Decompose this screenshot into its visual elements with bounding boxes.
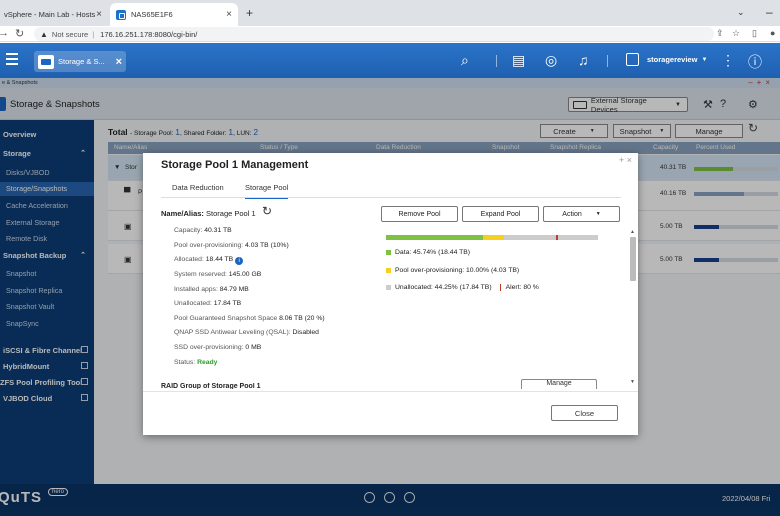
info-icon[interactable]: i [235,257,244,265]
prop-system-reserved: System reserved: 145.00 GB [174,271,262,278]
dialog-footer-divider [143,391,638,392]
browser-tab-nas[interactable]: NAS65E1F6 × [110,3,238,26]
legend-data: Data: 45.74% (18.44 TB) [386,249,470,256]
main-menu-icon[interactable] [6,53,18,65]
refresh-icon[interactable]: ↻ [262,204,272,218]
tab-divider [161,197,621,198]
alert-threshold-label: Alert: 80 % [505,284,539,291]
usage-segment-overprovisioning [482,235,505,240]
tab-data-reduction[interactable]: Data Reduction [172,183,224,192]
action-dropdown-button[interactable]: Action ▼ [543,206,620,222]
prop-pool-over-provisioning: Pool over-provisioning: 4.03 TB (10%) [174,242,289,249]
address-bar-row: → ↻ ▲ Not secure | 176.16.251.178:8080/c… [0,26,780,42]
scroll-down-icon[interactable]: ▼ [630,379,635,385]
raid-manage-button[interactable]: Manage [521,379,597,389]
prop-installed-apps: Installed apps: 84.79 MB [174,286,249,293]
bookmark-star-icon[interactable]: ☆ [732,28,740,39]
background-tasks-icon[interactable]: ▤ [512,52,525,69]
prop-qsal: QNAP SSD Antiwear Leveling (QSAL): Disab… [174,329,319,336]
storage-pool-management-dialog: Storage Pool 1 Management + × Data Reduc… [143,153,638,435]
qts-header: Storage & S... × ⌕ ▤ ◎ ♫ storagereview ▼… [0,43,780,78]
chevron-down-icon: ▼ [701,56,708,63]
profile-icon[interactable]: ● [770,28,775,38]
pool-name-alias: Name/Alias: Storage Pool 1 [161,209,256,218]
side-panel-icon[interactable]: ▯ [752,28,757,39]
app-tab-storage[interactable]: Storage & S... × [34,51,126,72]
dialog-title: Storage Pool 1 Management [161,159,309,171]
share-icon[interactable]: ⇪ [716,28,724,39]
minimize-window-icon[interactable]: – [766,5,773,19]
more-options-icon[interactable]: ⋮ [721,52,735,69]
raid-group-heading: RAID Group of Storage Pool 1 [161,383,261,389]
status-badge: Ready [197,359,218,366]
prop-unallocated: Unallocated: 17.84 TB [174,300,242,307]
close-button[interactable]: Close [551,405,618,421]
url-text: 176.16.251.178:8080/cgi-bin/ [100,29,198,39]
forward-arrow-icon[interactable]: → [0,27,9,39]
user-icon [626,53,639,66]
close-app-icon[interactable]: × [116,56,122,68]
browser-tab-vsphere[interactable]: vSphere - Main Lab - Hosts × [0,3,108,26]
user-menu[interactable]: storagereview ▼ [626,53,707,66]
tab-label: NAS65E1F6 [131,10,173,19]
search-icon[interactable]: ⌕ [461,52,469,69]
prop-capacity: Capacity: 40.31 TB [174,227,232,234]
security-label: Not secure [51,29,89,39]
username: storagereview [647,55,698,64]
prop-status: Status: Ready [174,359,218,366]
tab-label: vSphere - Main Lab - Hosts [4,10,96,19]
legend-swatch [386,285,391,290]
scroll-up-icon[interactable]: ▲ [630,229,635,235]
qnap-favicon-icon [116,9,126,20]
external-device-icon[interactable]: ◎ [545,52,557,69]
storage-app-icon [38,54,54,69]
app-tab-label: Storage & S... [58,57,105,66]
legend-swatch [386,268,391,273]
browser-tab-bar: vSphere - Main Lab - Hosts × NAS65E1F6 ×… [0,0,780,26]
usage-segment-data [386,235,483,240]
usage-alert-marker [555,235,558,240]
alert-marker-icon [499,284,501,291]
url-field[interactable]: ▲ Not secure | 176.16.251.178:8080/cgi-b… [34,27,714,41]
chevron-down-icon: ▼ [595,211,601,217]
legend-overprovisioning: Pool over-provisioning: 10.00% (4.03 TB) [386,267,519,274]
pool-usage-bar [386,235,598,240]
close-tab-icon[interactable]: × [226,9,232,20]
prop-guaranteed-snapshot-space: Pool Guaranteed Snapshot Space 8.06 TB (… [174,315,325,322]
new-tab-plus-icon[interactable]: + [246,6,253,20]
dialog-window-controls[interactable]: + × [619,155,632,165]
prop-allocated: Allocated: 18.44 TB i [174,256,244,265]
dialog-scrollbar[interactable]: ▲ ▼ [629,229,637,385]
info-icon[interactable]: ⓘ [748,52,762,72]
warning-triangle-icon: ▲ [40,29,48,39]
notification-bell-icon[interactable]: ♫ [578,52,589,68]
reload-icon[interactable]: ↻ [15,27,24,40]
prop-ssd-over-provisioning: SSD over-provisioning: 0 MB [174,344,262,351]
legend-swatch [386,250,391,255]
close-tab-icon[interactable]: × [96,9,102,20]
expand-pool-button[interactable]: Expand Pool [462,206,539,222]
legend-unallocated: Unallocated: 44.25% (17.84 TB) Alert: 80 … [386,284,539,291]
scrollbar-thumb[interactable] [630,237,636,281]
tab-search-chevron-icon[interactable]: ⌄ [737,7,745,18]
remove-pool-button[interactable]: Remove Pool [381,206,458,222]
